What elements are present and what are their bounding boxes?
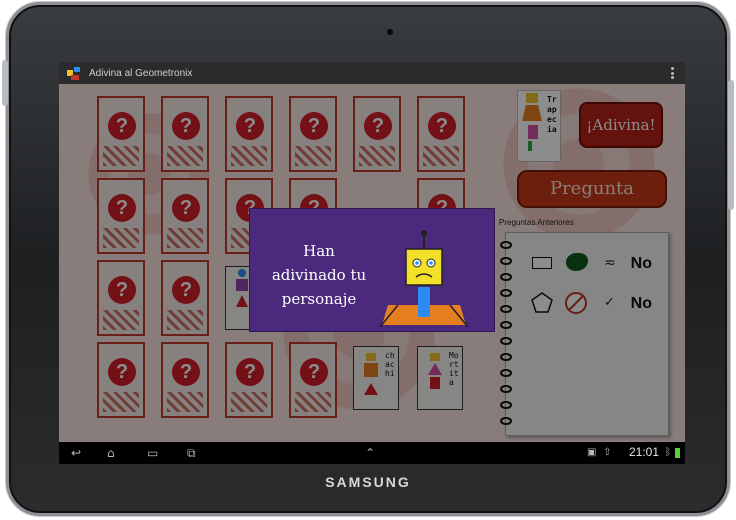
question-icon: ? <box>172 112 200 140</box>
guess-button[interactable]: ¡Adivina! <box>579 102 663 148</box>
power-button <box>728 80 734 210</box>
app-bar: Adivina al Geometronix <box>59 62 685 84</box>
question-icon: ? <box>172 194 200 222</box>
home-icon[interactable]: ⌂ <box>107 446 115 460</box>
mystery-card[interactable]: ? <box>97 178 145 254</box>
system-nav-bar: ↩ ⌂ ▭ ⧉ ⌃ ▣ ⇧ 21:01 ᛒ <box>59 442 685 464</box>
question-icon: ? <box>236 358 264 386</box>
previous-question-row: ≂ No <box>520 247 666 279</box>
upload-icon: ⇧ <box>603 447 612 458</box>
mystery-card[interactable]: ? <box>225 342 273 418</box>
previous-question-row: ✓ No <box>520 287 666 319</box>
check-icon: ✓ <box>604 295 615 310</box>
back-icon[interactable]: ↩ <box>71 446 81 460</box>
device-brand-logo: SAMSUNG <box>325 474 411 490</box>
question-icon: ? <box>428 112 456 140</box>
question-icon: ? <box>300 112 328 140</box>
sad-robot-icon <box>379 230 469 328</box>
question-icon: ? <box>172 276 200 304</box>
character-name: Mortita <box>449 351 459 387</box>
character-card-chachi[interactable]: chachi <box>353 346 399 410</box>
rectangle-icon <box>532 257 552 269</box>
question-icon: ? <box>172 358 200 386</box>
previous-questions-label: Preguntas Anteriores <box>499 218 574 227</box>
screen: Adivina al Geometronix ? ? ? ? ? ? ? ? ?… <box>59 62 685 464</box>
mystery-card[interactable]: ? <box>97 260 145 336</box>
mystery-card[interactable]: ? <box>97 342 145 418</box>
screenshot-icon[interactable]: ⧉ <box>187 446 196 460</box>
result-dialog[interactable]: Han adivinado tu personaje <box>249 208 495 332</box>
previous-questions-notebook: ≂ No ✓ No <box>500 232 669 436</box>
character-card-mortita[interactable]: Mortita <box>417 346 463 410</box>
status-clock: 21:01 <box>628 445 659 459</box>
mystery-card[interactable]: ? <box>353 96 401 172</box>
mystery-card[interactable]: ? <box>161 178 209 254</box>
mystery-card[interactable]: ? <box>161 342 209 418</box>
question-icon: ? <box>236 112 264 140</box>
previous-answer: No <box>630 295 652 312</box>
mystery-card[interactable]: ? <box>225 96 273 172</box>
app-title: Adivina al Geometronix <box>89 67 193 79</box>
bluetooth-icon: ᛒ <box>665 447 671 458</box>
mystery-card[interactable]: ? <box>161 96 209 172</box>
character-name: chachi <box>385 351 395 378</box>
gallery-icon: ▣ <box>587 447 597 458</box>
question-icon: ? <box>108 276 136 304</box>
mystery-card[interactable]: ? <box>97 96 145 172</box>
mystery-card[interactable]: ? <box>289 342 337 418</box>
app-logo-icon <box>65 65 83 81</box>
question-icon: ? <box>108 112 136 140</box>
dialog-message: Han adivinado tu personaje <box>271 242 367 308</box>
question-icon: ? <box>364 112 392 140</box>
ask-button[interactable]: Pregunta <box>517 170 667 208</box>
my-character-card: Trapecia <box>517 90 561 162</box>
recent-apps-icon[interactable]: ▭ <box>147 446 158 460</box>
battery-icon <box>675 448 680 458</box>
mystery-card[interactable]: ? <box>417 96 465 172</box>
chevron-up-icon[interactable]: ⌃ <box>365 446 375 460</box>
no-color-icon <box>565 292 587 314</box>
robot-figure-icon <box>522 93 542 151</box>
front-camera <box>386 28 394 36</box>
pentagon-icon <box>531 292 553 313</box>
question-icon: ? <box>108 358 136 386</box>
mystery-card[interactable]: ? <box>161 260 209 336</box>
question-icon: ? <box>300 358 328 386</box>
approx-check-icon: ≂ <box>604 255 616 271</box>
previous-answer: No <box>630 255 652 272</box>
mystery-card[interactable]: ? <box>289 96 337 172</box>
volume-button <box>2 60 8 106</box>
question-icon: ? <box>108 194 136 222</box>
green-blob-icon <box>566 253 588 271</box>
my-character-name: Trapecia <box>547 95 557 134</box>
game-board: ? ? ? ? ? ? ? ? ? ? ? ? ? ? ? ? <box>59 84 685 442</box>
overflow-menu-icon[interactable] <box>671 67 675 79</box>
